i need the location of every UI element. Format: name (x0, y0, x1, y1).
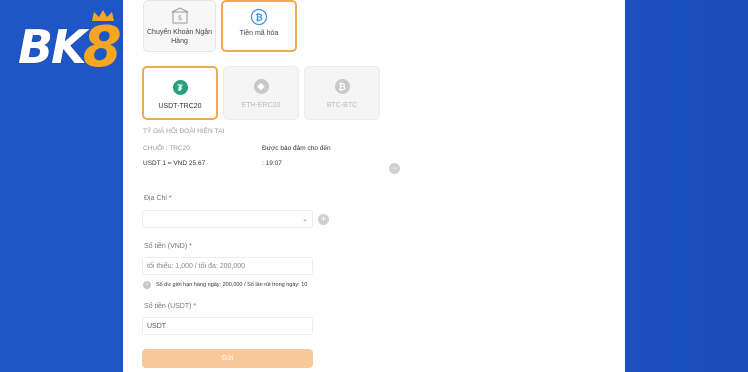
info-icon: i (143, 281, 151, 289)
svg-text:$: $ (177, 14, 181, 22)
rate-expiry-time: : 19:07 (262, 160, 282, 167)
submit-button[interactable]: Gửi (142, 349, 313, 368)
logo-8-text: 8 (83, 10, 122, 76)
bk8-logo: BK 8 (18, 10, 122, 76)
amount-vnd-input[interactable]: tối thiểu: 1,000 / tối đa: 200,000 (142, 257, 313, 275)
guarantee-label: Được bảo đảm cho đến (262, 145, 331, 152)
coin-usdt-trc20[interactable]: ₮ USDT-TRC20 (142, 66, 218, 120)
amount-usdt-label: Số tiền (USDT) * (144, 303, 197, 310)
address-select[interactable]: ⌄ (142, 210, 313, 228)
bitcoin-icon: ₿ (334, 79, 350, 94)
daily-limit-note: Số dư giới hạn hàng ngày: 200,000 / Số l… (156, 282, 308, 288)
address-label: Địa Chỉ * (144, 195, 172, 202)
crown-icon (91, 10, 114, 21)
method-crypto[interactable]: ₿ Tiền mã hóa (221, 0, 297, 52)
tether-icon: ₮ (172, 80, 188, 95)
svg-text:₿: ₿ (255, 13, 262, 24)
add-address-icon[interactable]: + (318, 214, 329, 225)
exchange-rate: USDT 1 = VND 25.67 (143, 160, 206, 167)
chain-label: CHUỖI : TRC20 (143, 145, 190, 152)
ethereum-icon: ◆ (253, 79, 269, 94)
refresh-icon[interactable]: − (389, 163, 400, 174)
method-label: Tiền mã hóa (239, 30, 279, 37)
background-band (625, 0, 748, 372)
method-label: Chuyển Khoản Ngân Hàng (147, 29, 212, 45)
amount-usdt-input[interactable]: USDT (142, 317, 313, 335)
method-bank-transfer[interactable]: $ Chuyển Khoản Ngân Hàng (143, 0, 216, 52)
logo-bk-text: BK (18, 20, 87, 74)
coin-eth-erc20[interactable]: ◆ ETH-ERC20 (223, 66, 299, 120)
amount-vnd-label: Số tiền (VND) * (144, 243, 192, 250)
bank-transfer-icon: $ (171, 7, 188, 24)
exchange-heading: TỶ GIÁ HỐI ĐOÁI HIỆN TẠI (143, 128, 225, 135)
chevron-down-icon: ⌄ (302, 216, 308, 223)
coin-label: ETH-ERC20 (241, 102, 281, 109)
coin-label: BTC-BTC (326, 102, 358, 109)
coin-label: USDT-TRC20 (158, 103, 202, 110)
bitcoin-icon: ₿ (250, 8, 268, 26)
coin-btc-btc[interactable]: ₿ BTC-BTC (304, 66, 380, 120)
